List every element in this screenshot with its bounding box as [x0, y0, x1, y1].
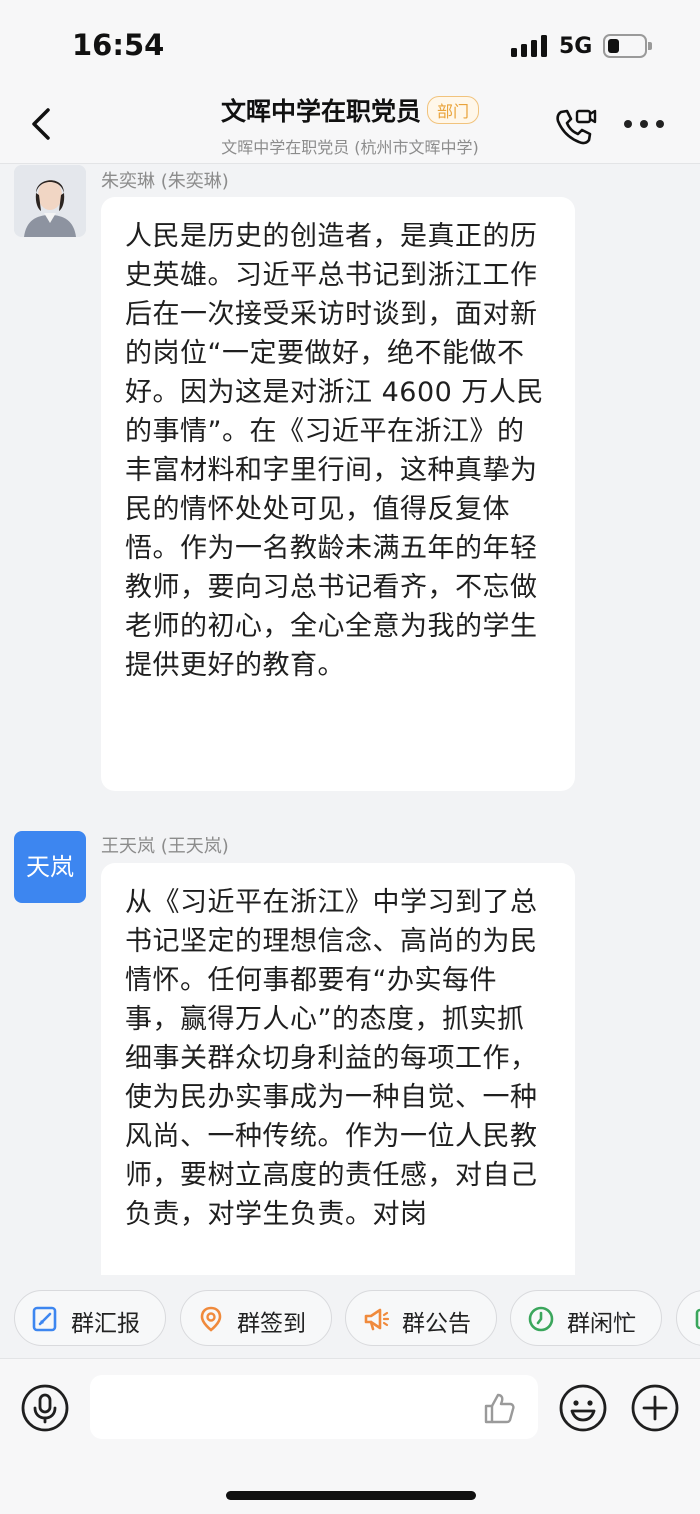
message-bubble[interactable]: 人民是历史的创造者，是真正的历史英雄。习近平总书记到浙江工作后在一次接受采访时谈… — [101, 197, 575, 791]
megaphone-icon — [364, 1308, 390, 1331]
chip-group-checkin[interactable]: 群签到 — [180, 1290, 332, 1346]
chip-label: 群签到 — [237, 1311, 306, 1337]
sender-name: 王天岚 (王天岚) — [101, 836, 229, 857]
quick-actions-bar[interactable]: 群汇报 群签到 群公告 群闲忙 — [0, 1276, 700, 1358]
chip-group-announcement[interactable]: 群公告 — [345, 1290, 497, 1346]
chip-more[interactable] — [676, 1290, 700, 1346]
call-icon[interactable] — [553, 106, 597, 146]
plus-icon[interactable] — [630, 1383, 680, 1433]
chip-group-busy-status[interactable]: 群闲忙 — [510, 1290, 662, 1346]
task-icon — [695, 1308, 700, 1330]
status-bar: 16:54 5G — [0, 0, 700, 92]
location-icon — [200, 1306, 222, 1332]
status-time: 16:54 — [72, 28, 165, 62]
message-list[interactable]: 朱奕琳 (朱奕琳) 人民是历史的创造者，是真正的历史英雄。习近平总书记到浙江工作… — [0, 165, 700, 1275]
voice-icon[interactable] — [20, 1383, 70, 1433]
department-badge: 部门 — [427, 96, 480, 124]
chip-label: 群公告 — [402, 1311, 471, 1337]
chip-group-report[interactable]: 群汇报 — [14, 1290, 166, 1346]
like-icon[interactable] — [482, 1391, 516, 1425]
group-title[interactable]: 文晖中学在职党员 — [221, 92, 421, 128]
sender-name: 朱奕琳 (朱奕琳) — [101, 171, 229, 192]
chip-label: 群闲忙 — [567, 1311, 636, 1337]
chat-header: 文晖中学在职党员 部门 文晖中学在职党员 (杭州市文晖中学) — [0, 92, 700, 164]
avatar[interactable] — [14, 165, 86, 237]
message-input[interactable] — [90, 1375, 538, 1439]
emoji-icon[interactable] — [558, 1383, 608, 1433]
network-type: 5G — [559, 34, 593, 59]
more-icon[interactable] — [622, 120, 666, 132]
signal-icon — [511, 35, 549, 57]
chip-label: 群汇报 — [71, 1311, 140, 1337]
avatar[interactable]: 天岚 — [14, 831, 86, 903]
battery-icon — [603, 34, 652, 58]
report-icon — [32, 1306, 57, 1332]
user-photo-icon — [14, 165, 86, 237]
clock-icon — [528, 1306, 554, 1332]
message-bubble[interactable]: 从《习近平在浙江》中学习到了总书记坚定的理想信念、高尚的为民情怀。任何事都要有“… — [101, 863, 575, 1275]
home-indicator[interactable] — [226, 1491, 476, 1500]
input-bar — [0, 1358, 700, 1514]
